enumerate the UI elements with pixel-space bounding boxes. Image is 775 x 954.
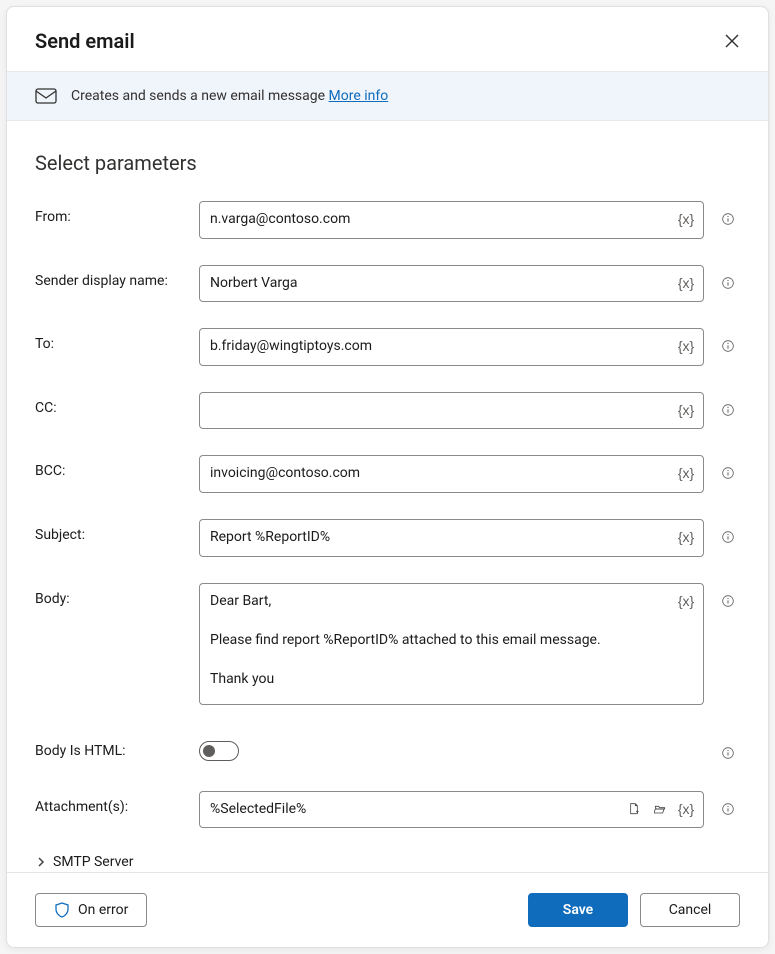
variable-icon: {x}: [678, 593, 694, 609]
field-info-button[interactable]: [716, 398, 740, 422]
info-icon: [722, 210, 734, 228]
on-error-label: On error: [78, 902, 128, 918]
insert-variable-button[interactable]: {x}: [674, 589, 698, 613]
subject-input[interactable]: [199, 519, 704, 557]
dialog-footer: On error Save Cancel: [7, 872, 768, 947]
to-label: To:: [35, 328, 187, 352]
insert-variable-button[interactable]: {x}: [674, 271, 698, 295]
field-row-body: Body: {x}: [35, 583, 740, 709]
field-row-cc: CC: {x}: [35, 392, 740, 430]
cancel-button[interactable]: Cancel: [640, 893, 740, 927]
section-title: Select parameters: [35, 151, 740, 175]
body-input[interactable]: [199, 583, 704, 705]
browse-folder-button[interactable]: [648, 797, 672, 821]
close-icon: [725, 34, 739, 48]
field-info-button[interactable]: [716, 797, 740, 821]
insert-variable-button[interactable]: {x}: [674, 797, 698, 821]
save-label: Save: [563, 902, 593, 918]
save-button[interactable]: Save: [528, 893, 628, 927]
attachments-label: Attachment(s):: [35, 791, 187, 815]
field-row-attachments: Attachment(s): {x}: [35, 791, 740, 829]
field-row-sender: Sender display name: {x}: [35, 265, 740, 303]
field-row-bcc: BCC: {x}: [35, 455, 740, 493]
info-banner-text: Creates and sends a new email message Mo…: [71, 88, 388, 104]
chevron-right-icon: [35, 856, 47, 868]
field-info-button[interactable]: [716, 525, 740, 549]
more-info-link[interactable]: More info: [329, 88, 389, 104]
info-icon: [722, 274, 734, 292]
field-row-to: To: {x}: [35, 328, 740, 366]
smtp-server-expander[interactable]: SMTP Server: [35, 854, 740, 870]
variable-icon: {x}: [678, 402, 694, 418]
cc-label: CC:: [35, 392, 187, 416]
send-email-dialog: Send email Creates and sends a new email…: [6, 6, 769, 948]
body-html-label: Body Is HTML:: [35, 735, 187, 759]
cancel-label: Cancel: [669, 902, 712, 918]
field-row-body-html: Body Is HTML:: [35, 735, 740, 765]
dialog-header: Send email: [7, 7, 768, 71]
field-info-button[interactable]: [716, 271, 740, 295]
file-add-icon: [628, 800, 640, 818]
insert-variable-button[interactable]: {x}: [674, 525, 698, 549]
from-label: From:: [35, 201, 187, 225]
sender-label: Sender display name:: [35, 265, 187, 289]
variable-icon: {x}: [678, 275, 694, 291]
mail-icon: [35, 88, 57, 104]
dialog-content: Select parameters From: {x} Sender displ…: [7, 121, 768, 872]
insert-variable-button[interactable]: {x}: [674, 334, 698, 358]
select-file-button[interactable]: [622, 797, 646, 821]
field-info-button[interactable]: [716, 741, 740, 765]
sender-input[interactable]: [199, 265, 704, 303]
footer-right: Save Cancel: [528, 893, 740, 927]
variable-icon: {x}: [678, 211, 694, 227]
body-label: Body:: [35, 583, 187, 607]
smtp-server-label: SMTP Server: [53, 854, 133, 870]
insert-variable-button[interactable]: {x}: [674, 461, 698, 485]
subject-label: Subject:: [35, 519, 187, 543]
field-info-button[interactable]: [716, 589, 740, 613]
variable-icon: {x}: [678, 801, 694, 817]
cc-input[interactable]: [199, 392, 704, 430]
insert-variable-button[interactable]: {x}: [674, 207, 698, 231]
to-input[interactable]: [199, 328, 704, 366]
variable-icon: {x}: [678, 465, 694, 481]
info-banner: Creates and sends a new email message Mo…: [7, 71, 768, 121]
field-info-button[interactable]: [716, 207, 740, 231]
variable-icon: {x}: [678, 529, 694, 545]
info-icon: [722, 464, 734, 482]
variable-icon: {x}: [678, 338, 694, 354]
toggle-knob: [203, 745, 215, 757]
info-icon: [722, 592, 734, 610]
info-icon: [722, 528, 734, 546]
dialog-title: Send email: [35, 29, 135, 53]
body-html-toggle[interactable]: [199, 741, 239, 761]
field-row-subject: Subject: {x}: [35, 519, 740, 557]
insert-variable-button[interactable]: {x}: [674, 398, 698, 422]
on-error-button[interactable]: On error: [35, 893, 147, 927]
info-icon: [722, 800, 734, 818]
folder-open-icon: [654, 800, 666, 818]
info-icon: [722, 744, 734, 762]
bcc-label: BCC:: [35, 455, 187, 479]
bcc-input[interactable]: [199, 455, 704, 493]
field-info-button[interactable]: [716, 334, 740, 358]
info-icon: [722, 401, 734, 419]
field-info-button[interactable]: [716, 461, 740, 485]
field-row-from: From: {x}: [35, 201, 740, 239]
close-button[interactable]: [716, 25, 748, 57]
banner-text: Creates and sends a new email message: [71, 88, 329, 104]
info-icon: [722, 337, 734, 355]
from-input[interactable]: [199, 201, 704, 239]
shield-icon: [54, 902, 70, 918]
